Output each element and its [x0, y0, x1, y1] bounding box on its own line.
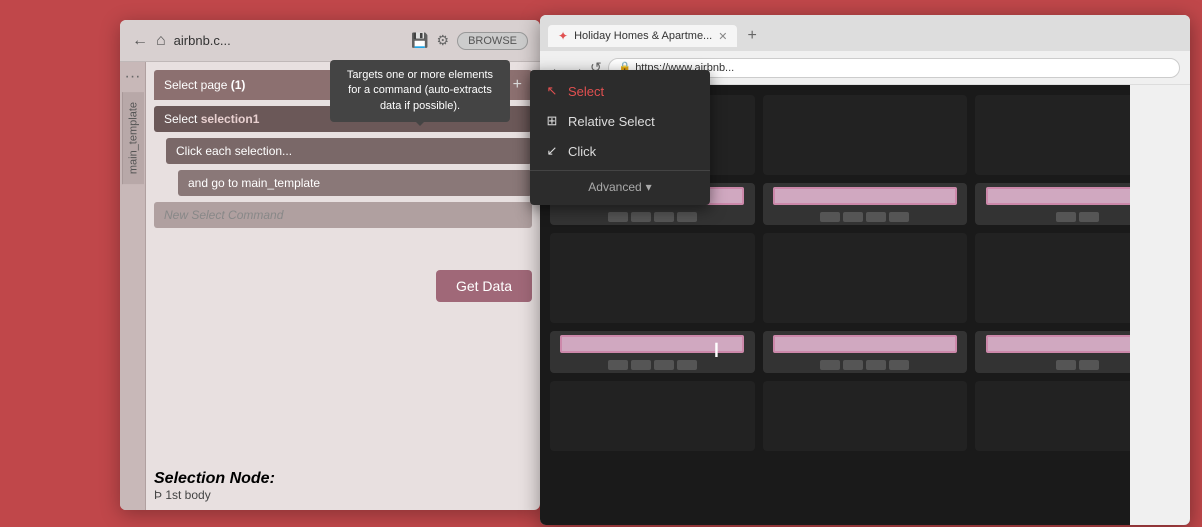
stat-14: [677, 360, 697, 370]
stat-5: [820, 212, 840, 222]
stat-18: [889, 360, 909, 370]
add-command-button[interactable]: +: [513, 76, 522, 94]
stat-16: [843, 360, 863, 370]
card-image-8: [763, 233, 968, 323]
save-icon[interactable]: 💾: [411, 32, 428, 49]
card-image-7: [550, 233, 755, 323]
stat-4: [677, 212, 697, 222]
stat-10: [1079, 212, 1099, 222]
stat-13: [654, 360, 674, 370]
tab-favicon: ✦: [558, 29, 568, 43]
card-7[interactable]: [550, 233, 755, 323]
card-stats-5: [763, 209, 968, 225]
select-value: selection1: [201, 112, 260, 126]
sidebar-column: ··· main_template: [120, 62, 146, 510]
card-stats-4: [550, 209, 755, 225]
card-image-14: [763, 381, 968, 451]
card-stats-11: [763, 357, 968, 373]
back-icon[interactable]: ←: [132, 32, 148, 50]
stat-12: [631, 360, 651, 370]
stat-6: [843, 212, 863, 222]
stat-15: [820, 360, 840, 370]
get-data-button[interactable]: Get Data: [436, 270, 532, 302]
menu-item-click[interactable]: ↙ Click: [530, 136, 710, 166]
main-area: ··· main_template Select page (1) + Sele…: [120, 62, 540, 510]
gear-icon[interactable]: ⚙: [437, 32, 450, 49]
new-command-label: New Select Command: [164, 208, 283, 222]
sidebar-dots[interactable]: ···: [121, 62, 145, 92]
chevron-down-icon: ▾: [646, 180, 652, 194]
cursor-indicator: ▎: [715, 343, 724, 357]
new-tab-button[interactable]: +: [741, 27, 762, 45]
card-11[interactable]: [763, 331, 968, 373]
card-2[interactable]: [763, 95, 968, 175]
menu-item-select[interactable]: ↖ Select: [530, 76, 710, 106]
card-image-13: [550, 381, 755, 451]
stat-8: [889, 212, 909, 222]
app-title: airbnb.c...: [174, 33, 403, 48]
browse-button[interactable]: BROWSE: [457, 32, 528, 50]
card-13[interactable]: [550, 381, 755, 451]
menu-item-relative-select[interactable]: ⊞ Relative Select: [530, 106, 710, 136]
browser-tab-active[interactable]: ✦ Holiday Homes & Apartme... ✕: [548, 25, 737, 47]
menu-select-label: Select: [568, 84, 604, 99]
select-label: Select: [164, 112, 201, 126]
browser-tabs: ✦ Holiday Homes & Apartme... ✕ +: [540, 15, 1190, 51]
menu-click-label: Click: [568, 144, 596, 159]
tab-close-icon[interactable]: ✕: [718, 30, 727, 43]
click-label: Click each selection...: [176, 144, 292, 158]
click-icon: ↙: [544, 143, 560, 159]
stat-7: [866, 212, 886, 222]
card-title-11: [773, 335, 957, 353]
select-icon: ↖: [544, 83, 560, 99]
card-title-5: [773, 187, 957, 205]
card-stats-10: [550, 357, 755, 373]
stat-17: [866, 360, 886, 370]
card-10[interactable]: ▎: [550, 331, 755, 373]
stat-1: [608, 212, 628, 222]
toolbar: ← ⌂ airbnb.c... 💾 ⚙ BROWSE: [120, 20, 540, 62]
white-side-panel: [1130, 85, 1190, 525]
tab-title: Holiday Homes & Apartme...: [574, 30, 712, 42]
commands-area: Select page (1) + Select selection1 Clic…: [146, 62, 540, 510]
stat-2: [631, 212, 651, 222]
stat-9: [1056, 212, 1076, 222]
advanced-label: Advanced: [588, 180, 641, 194]
menu-divider: [530, 170, 710, 171]
selection-node-value: Þ 1st body: [154, 488, 532, 502]
tooltip-text: Targets one or more elements for a comma…: [347, 69, 493, 112]
card-14[interactable]: [763, 381, 968, 451]
card-image-2: [763, 95, 968, 175]
goto-label: and go to main_template: [188, 176, 320, 190]
context-menu: ↖ Select ⊞ Relative Select ↙ Click Advan…: [530, 70, 710, 205]
stat-19: [1056, 360, 1076, 370]
goto-command[interactable]: and go to main_template: [178, 170, 532, 196]
menu-relative-select-label: Relative Select: [568, 114, 655, 129]
click-command[interactable]: Click each selection...: [166, 138, 532, 164]
home-icon[interactable]: ⌂: [156, 32, 166, 50]
new-command[interactable]: New Select Command: [154, 202, 532, 228]
card-5[interactable]: [763, 183, 968, 225]
stat-3: [654, 212, 674, 222]
select-page-label: Select page: [164, 78, 227, 92]
menu-advanced[interactable]: Advanced ▾: [530, 175, 710, 199]
card-8[interactable]: [763, 233, 968, 323]
stat-20: [1079, 360, 1099, 370]
page-number: (1): [231, 78, 246, 92]
selection-node-title: Selection Node:: [154, 470, 532, 488]
sidebar-label[interactable]: main_template: [122, 92, 144, 184]
tooltip: Targets one or more elements for a comma…: [330, 60, 510, 122]
relative-select-icon: ⊞: [544, 113, 560, 129]
stat-11: [608, 360, 628, 370]
